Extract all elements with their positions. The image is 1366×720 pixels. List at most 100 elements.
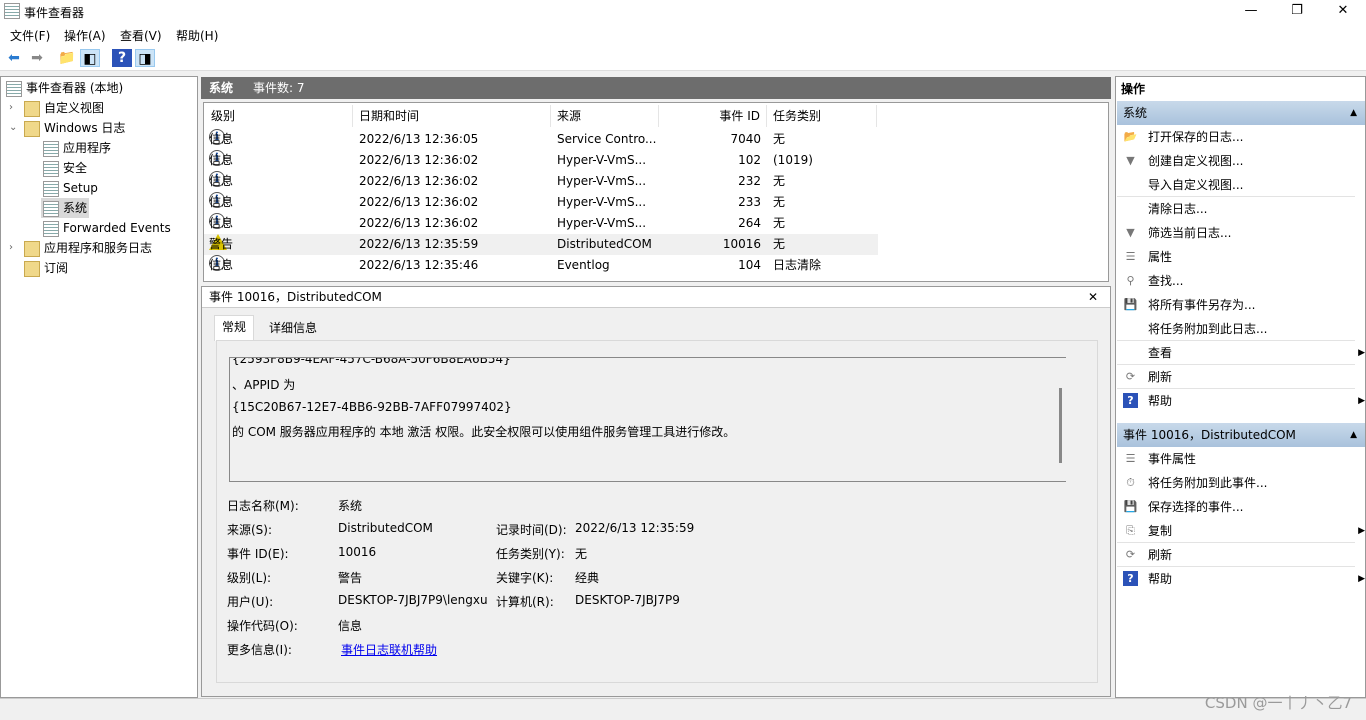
tree-app-service-logs[interactable]: 应用程序和服务日志 <box>24 238 152 258</box>
event-row[interactable]: i 信息 2022/6/13 12:36:02 Hyper-V-VmS... 2… <box>204 171 878 192</box>
message-scrollbar[interactable] <box>1059 388 1062 463</box>
section-system[interactable]: 系统 ▲ <box>1117 101 1365 125</box>
row-event-id: 7040 <box>730 132 761 146</box>
action-item[interactable]: ▼ 创建自定义视图... <box>1117 149 1355 173</box>
column-source[interactable]: 来源 <box>551 105 659 127</box>
close-detail-icon[interactable]: ✕ <box>1088 287 1098 307</box>
tree-subscriptions[interactable]: 订阅 <box>24 258 68 278</box>
tree-windows-logs[interactable]: Windows 日志 <box>24 118 125 138</box>
expand-icon[interactable]: › <box>9 242 13 253</box>
action-item[interactable]: ⎘ 复制 ▶ <box>1117 519 1365 543</box>
user-label: 用户(U): <box>227 595 274 609</box>
action-item[interactable]: 💾 保存选择的事件... <box>1117 495 1355 519</box>
maximize-button[interactable]: ❐ <box>1274 0 1320 23</box>
log-name-label: 日志名称(M): <box>227 499 299 513</box>
action-item[interactable]: ▼ 筛选当前日志... <box>1117 221 1355 245</box>
tree-log-forwarded[interactable]: Forwarded Events <box>43 218 171 238</box>
close-button[interactable]: ✕ <box>1320 0 1366 23</box>
action-item[interactable]: ☰ 事件属性 <box>1117 447 1355 471</box>
tab-general[interactable]: 常规 <box>214 315 255 341</box>
menu-action[interactable]: 操作(A) <box>64 27 106 44</box>
action-label: 事件属性 <box>1148 452 1197 466</box>
back-arrow-icon[interactable]: ⬅ <box>4 49 24 67</box>
row-date: 2022/6/13 12:36:02 <box>359 153 479 167</box>
tree-custom-views[interactable]: 自定义视图 <box>24 98 104 118</box>
column-date[interactable]: 日期和时间 <box>353 105 551 127</box>
action-label: 复制 <box>1148 524 1173 538</box>
online-help-link[interactable]: 事件日志联机帮助 <box>341 641 437 658</box>
row-event-id: 264 <box>738 216 761 230</box>
action-item[interactable]: 查看 ▶ <box>1117 341 1365 365</box>
action-item[interactable]: ⚲ 查找... <box>1117 269 1355 293</box>
detail-title: 事件 10016，DistributedCOM ✕ <box>202 287 1110 308</box>
row-event-id: 102 <box>738 153 761 167</box>
event-row[interactable]: i 信息 2022/6/13 12:36:05 Service Contro..… <box>204 129 878 150</box>
event-id-label: 事件 ID(E): <box>227 547 289 561</box>
menu-view[interactable]: 查看(V) <box>120 27 162 44</box>
minimize-button[interactable]: — <box>1228 0 1274 23</box>
event-row[interactable]: i 信息 2022/6/13 12:35:46 Eventlog 104 日志清… <box>204 255 878 276</box>
tree-log-security[interactable]: 安全 <box>43 158 87 178</box>
tree-label: 应用程序 <box>63 141 112 155</box>
event-row[interactable]: i 信息 2022/6/13 12:36:02 Hyper-V-VmS... 2… <box>204 192 878 213</box>
tree-log-application[interactable]: 应用程序 <box>43 138 111 158</box>
event-row[interactable]: i 信息 2022/6/13 12:36:02 Hyper-V-VmS... 1… <box>204 150 878 171</box>
action-item[interactable]: 💾 将所有事件另存为... <box>1117 293 1355 317</box>
column-task[interactable]: 任务类别 <box>767 105 877 127</box>
collapse-up-icon[interactable]: ▲ <box>1350 101 1357 125</box>
event-row[interactable]: i 信息 2022/6/13 12:36:02 Hyper-V-VmS... 2… <box>204 213 878 234</box>
tree-log-system[interactable]: 系统 <box>41 198 90 218</box>
logged-label: 记录时间(D): <box>496 523 567 537</box>
action-item[interactable]: ⟳ 刷新 <box>1117 543 1355 567</box>
tree-log-setup[interactable]: Setup <box>43 178 98 198</box>
refresh-icon: ⟳ <box>1125 548 1136 561</box>
help-icon[interactable]: ? <box>112 49 132 67</box>
tree-root[interactable]: 事件查看器 (本地) <box>6 78 123 98</box>
tree-label: 系统 <box>63 201 88 215</box>
action-item[interactable]: 导入自定义视图... <box>1117 173 1355 197</box>
column-level[interactable]: 级别 <box>205 105 353 127</box>
row-event-id: 10016 <box>722 237 761 251</box>
event-viewer-icon <box>6 80 22 97</box>
action-item[interactable]: ? 帮助 ▶ <box>1117 389 1365 413</box>
action-label: 筛选当前日志... <box>1148 226 1232 240</box>
row-level: 信息 <box>209 258 234 272</box>
log-icon <box>43 180 59 197</box>
show-hide-action-pane-icon[interactable]: ◨ <box>135 49 155 67</box>
event-list: 级别 日期和时间 来源 事件 ID 任务类别 i 信息 2022/6/13 12… <box>203 102 1109 282</box>
action-label: 帮助 <box>1148 394 1173 408</box>
actions-header: 操作 <box>1121 82 1146 96</box>
action-item[interactable]: ⟳ 刷新 <box>1117 365 1355 389</box>
row-task: 无 <box>773 132 786 146</box>
tab-details[interactable]: 详细信息 <box>262 317 324 341</box>
tree-label: Setup <box>63 181 98 195</box>
section-event[interactable]: 事件 10016，DistributedCOM ▲ <box>1117 423 1365 447</box>
menu-file[interactable]: 文件(F) <box>10 27 50 44</box>
help-icon: ? <box>1123 571 1138 586</box>
action-item[interactable]: 清除日志... <box>1117 197 1355 221</box>
show-hide-tree-icon[interactable]: ◧ <box>80 49 100 67</box>
action-item[interactable]: ? 帮助 ▶ <box>1117 567 1365 591</box>
column-event-id[interactable]: 事件 ID <box>659 105 767 127</box>
action-item[interactable]: ☰ 属性 <box>1117 245 1355 269</box>
collapse-icon[interactable]: ⌄ <box>9 122 17 133</box>
general-tab-body: {2593F8B9-4EAF-457C-B68A-50F6B8EA6B54} 、… <box>216 340 1098 683</box>
attach-task-icon: ⏱ <box>1126 476 1135 489</box>
action-label: 打开保存的日志... <box>1148 130 1244 144</box>
event-row[interactable]: 警告 2022/6/13 12:35:59 DistributedCOM 100… <box>204 234 878 255</box>
action-label: 刷新 <box>1148 548 1173 562</box>
row-level: 信息 <box>209 174 234 188</box>
source-value: DistributedCOM <box>338 521 433 535</box>
action-item[interactable]: 📂 打开保存的日志... <box>1117 125 1355 149</box>
menu-help[interactable]: 帮助(H) <box>176 27 218 44</box>
action-item[interactable]: ⏱ 将任务附加到此事件... <box>1117 471 1355 495</box>
action-item[interactable]: 将任务附加到此日志... <box>1117 317 1355 341</box>
event-properties-icon: ☰ <box>1125 452 1136 465</box>
expand-icon[interactable]: › <box>9 102 13 113</box>
forward-arrow-icon[interactable]: ➡ <box>27 49 47 67</box>
up-folder-icon[interactable]: 📁 <box>57 49 77 67</box>
save-icon: 💾 <box>1123 500 1138 513</box>
action-label: 清除日志... <box>1148 202 1208 216</box>
event-detail-pane: 事件 10016，DistributedCOM ✕ 常规 详细信息 {2593F… <box>201 286 1111 697</box>
collapse-up-icon[interactable]: ▲ <box>1350 423 1357 447</box>
